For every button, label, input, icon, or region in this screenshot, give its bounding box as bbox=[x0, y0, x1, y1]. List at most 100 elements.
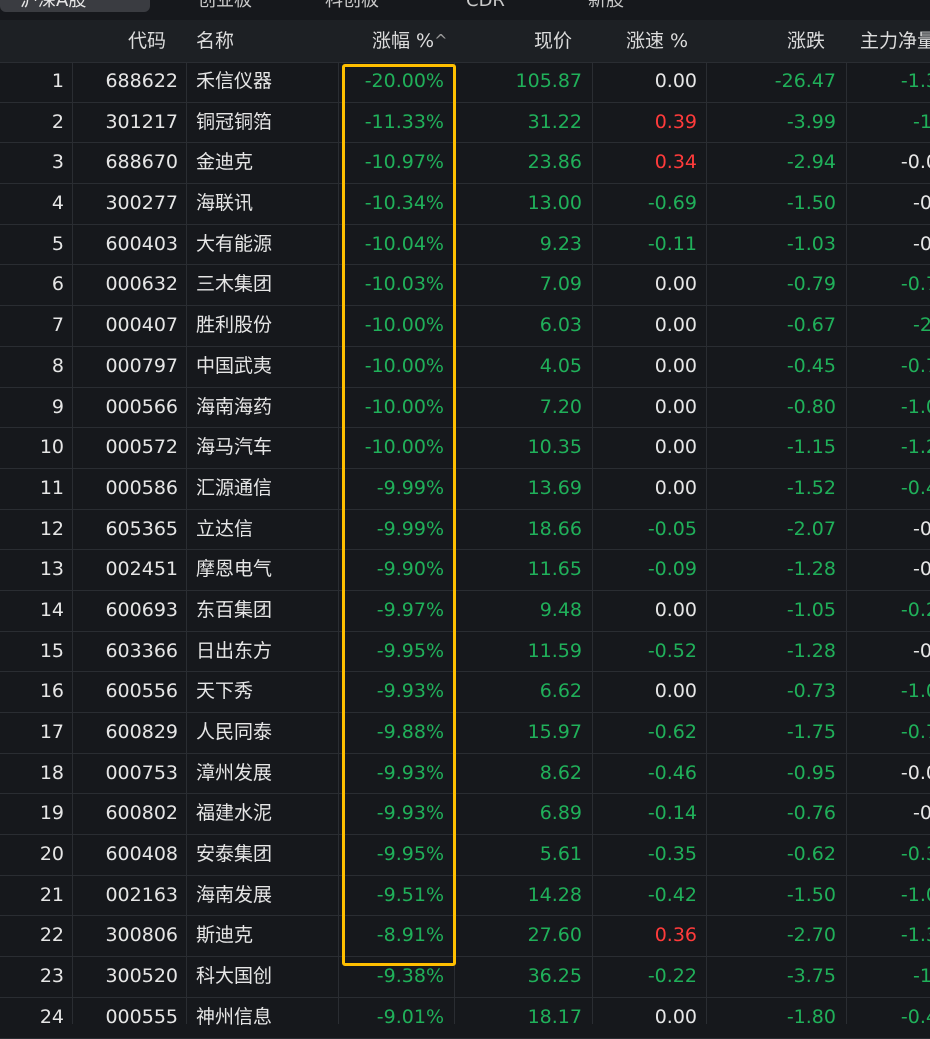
main-net-volume: -1.0 bbox=[900, 395, 930, 418]
column-header-main-net[interactable]: 主力净量 bbox=[860, 20, 930, 62]
stock-code: 000753 bbox=[105, 761, 178, 784]
table-row[interactable]: 15 603366 日出东方 -9.95% 11.59 -0.52 -1.28 -0. bbox=[0, 632, 930, 673]
current-price: 18.17 bbox=[527, 1005, 582, 1028]
current-price: 14.28 bbox=[527, 883, 582, 906]
table-row[interactable]: 7 000407 胜利股份 -10.00% 6.03 0.00 -0.67 -2. bbox=[0, 306, 930, 347]
stock-code: 000407 bbox=[105, 314, 178, 337]
change-speed: -0.52 bbox=[647, 639, 697, 662]
change-pct: -9.51% bbox=[376, 883, 444, 906]
price-change: -1.52 bbox=[786, 476, 836, 499]
row-index: 22 bbox=[39, 924, 64, 947]
column-header-name[interactable]: 名称 bbox=[196, 20, 234, 62]
stock-name: 金迪克 bbox=[196, 151, 254, 174]
table-row[interactable]: 23 300520 科大国创 -9.38% 36.25 -0.22 -3.75 -1. bbox=[0, 957, 930, 998]
change-pct: -9.93% bbox=[376, 761, 444, 784]
stock-code: 600829 bbox=[105, 721, 178, 743]
stock-code: 000566 bbox=[105, 395, 178, 418]
stock-code: 300520 bbox=[105, 965, 178, 988]
stock-name: 海南发展 bbox=[196, 883, 273, 906]
table-row[interactable]: 18 000753 漳州发展 -9.93% 8.62 -0.46 -0.95 -0.0 bbox=[0, 754, 930, 795]
change-pct: -9.99% bbox=[376, 476, 444, 499]
column-header-change-pct[interactable]: 涨幅 %^ bbox=[372, 20, 448, 62]
row-index: 17 bbox=[39, 721, 64, 743]
change-speed: -0.69 bbox=[647, 192, 697, 215]
stock-name: 安泰集团 bbox=[196, 843, 273, 866]
stock-table-body: 1688622禾信仪器-20.00%105.870.00-26.47-1.323… bbox=[0, 62, 930, 1039]
table-row[interactable]: 16 600556 天下秀 -9.93% 6.62 0.00 -0.73 -1.0 bbox=[0, 672, 930, 713]
table-row[interactable]: 17 600829 人民同泰 -9.88% 15.97 -0.62 -1.75 -0.7 bbox=[0, 713, 930, 754]
price-change: -2.07 bbox=[786, 517, 836, 540]
stock-name: 胜利股份 bbox=[196, 314, 273, 337]
table-row[interactable]: 2 301217 铜冠铜箔 -11.33% 31.22 0.39 -3.99 -1. bbox=[0, 103, 930, 144]
column-header-code[interactable]: 代码 bbox=[128, 20, 166, 62]
stock-code: 603366 bbox=[105, 639, 178, 662]
table-row[interactable]: 13 002451 摩恩电气 -9.90% 11.65 -0.09 -1.28 -0. bbox=[0, 550, 930, 591]
table-row[interactable]: 5 600403 大有能源 -10.04% 9.23 -0.11 -1.03 -0. bbox=[0, 225, 930, 266]
change-pct: -10.34% bbox=[364, 192, 444, 215]
row-index: 11 bbox=[39, 476, 64, 499]
stock-code: 600693 bbox=[105, 598, 178, 621]
table-row[interactable]: 21 002163 海南发展 -9.51% 14.28 -0.42 -1.50 -1.0 bbox=[0, 876, 930, 917]
table-row[interactable]: 10 000572 海马汽车 -10.00% 10.35 0.00 -1.15 -1.2 bbox=[0, 428, 930, 469]
change-speed: 0.00 bbox=[654, 354, 697, 377]
main-net-volume: -0.7 bbox=[900, 354, 930, 377]
stock-name: 人民同泰 bbox=[196, 721, 273, 743]
change-speed: 0.00 bbox=[654, 395, 697, 418]
row-index: 4 bbox=[51, 192, 64, 215]
change-speed: -0.62 bbox=[647, 721, 697, 743]
price-change: -1.50 bbox=[786, 883, 836, 906]
main-net-volume: -0.7 bbox=[900, 273, 930, 296]
current-price: 8.62 bbox=[539, 761, 582, 784]
table-row[interactable]: 24 000555 神州信息 -9.01% 18.17 0.00 -1.80 -0.4 bbox=[0, 998, 930, 1039]
change-pct: -10.00% bbox=[364, 395, 444, 418]
table-row[interactable]: 20 600408 安泰集团 -9.95% 5.61 -0.35 -0.62 -0.3 bbox=[0, 835, 930, 876]
row-index: 15 bbox=[39, 639, 64, 662]
column-header-price[interactable]: 现价 bbox=[534, 20, 572, 62]
table-row[interactable]: 22 300806 斯迪克 -8.91% 27.60 0.36 -2.70 -1.3 bbox=[0, 916, 930, 958]
table-header: 代码 名称 涨幅 %^ 现价 涨速 % 涨跌 主力净量 bbox=[0, 20, 930, 63]
stock-name: 漳州发展 bbox=[196, 761, 273, 784]
current-price: 7.09 bbox=[539, 273, 582, 296]
main-net-volume: -1.2 bbox=[900, 436, 930, 459]
price-change: -0.76 bbox=[786, 802, 836, 825]
tab-chinext[interactable]: 创业板 bbox=[198, 0, 252, 12]
main-net-volume: -1. bbox=[913, 965, 930, 988]
table-row[interactable]: 3 688670 金迪克 -10.97% 23.86 0.34 -2.94 -0.0 bbox=[0, 143, 930, 185]
price-change: -2.94 bbox=[786, 151, 836, 174]
change-pct: -9.93% bbox=[376, 680, 444, 703]
column-header-speed[interactable]: 涨速 % bbox=[626, 20, 688, 62]
tab-new-stocks[interactable]: 新股 bbox=[588, 0, 624, 12]
price-change: -2.70 bbox=[786, 924, 836, 947]
sort-ascending-icon[interactable]: ^ bbox=[434, 20, 447, 62]
table-row[interactable]: 4 300277 海联讯 -10.34% 13.00 -0.69 -1.50 -0. bbox=[0, 184, 930, 225]
table-row[interactable]: 19 600802 福建水泥 -9.93% 6.89 -0.14 -0.76 -0. bbox=[0, 794, 930, 836]
table-row[interactable]: 11 000586 汇源通信 -9.99% 13.69 0.00 -1.52 -0.4 bbox=[0, 469, 930, 510]
price-change: -1.05 bbox=[786, 598, 836, 621]
price-change: -1.15 bbox=[786, 436, 836, 459]
row-index: 18 bbox=[39, 761, 64, 784]
change-speed: 0.00 bbox=[654, 476, 697, 499]
price-change: -0.62 bbox=[786, 843, 836, 866]
table-row[interactable]: 1 688622 禾信仪器 -20.00% 105.87 0.00 -26.47 -1.3 bbox=[0, 62, 930, 103]
tab-star-market[interactable]: 科创板 bbox=[325, 0, 379, 12]
change-pct: -10.00% bbox=[364, 354, 444, 377]
stock-code: 301217 bbox=[105, 110, 178, 133]
row-index: 10 bbox=[39, 436, 64, 459]
row-index: 2 bbox=[51, 110, 64, 133]
stock-code: 600556 bbox=[105, 680, 178, 703]
current-price: 27.60 bbox=[527, 924, 582, 947]
row-index: 7 bbox=[51, 314, 64, 337]
stock-name: 中国武夷 bbox=[196, 354, 273, 377]
tab-cdr[interactable]: CDR bbox=[466, 0, 505, 12]
column-header-change[interactable]: 涨跌 bbox=[787, 20, 825, 62]
tab-a-shares[interactable]: 沪深A股 bbox=[0, 0, 150, 12]
table-row[interactable]: 12 605365 立达信 -9.99% 18.66 -0.05 -2.07 -0. bbox=[0, 510, 930, 551]
current-price: 18.66 bbox=[527, 517, 582, 540]
main-net-volume: -0.7 bbox=[900, 721, 930, 743]
table-row[interactable]: 14 600693 东百集团 -9.97% 9.48 0.00 -1.05 -0.2 bbox=[0, 591, 930, 632]
change-speed: -0.46 bbox=[647, 761, 697, 784]
main-net-volume: -1.3 bbox=[900, 70, 930, 92]
table-row[interactable]: 8 000797 中国武夷 -10.00% 4.05 0.00 -0.45 -0.7 bbox=[0, 347, 930, 388]
table-row[interactable]: 6 000632 三木集团 -10.03% 7.09 0.00 -0.79 -0.7 bbox=[0, 265, 930, 307]
table-row[interactable]: 9 000566 海南海药 -10.00% 7.20 0.00 -0.80 -1.0 bbox=[0, 388, 930, 429]
